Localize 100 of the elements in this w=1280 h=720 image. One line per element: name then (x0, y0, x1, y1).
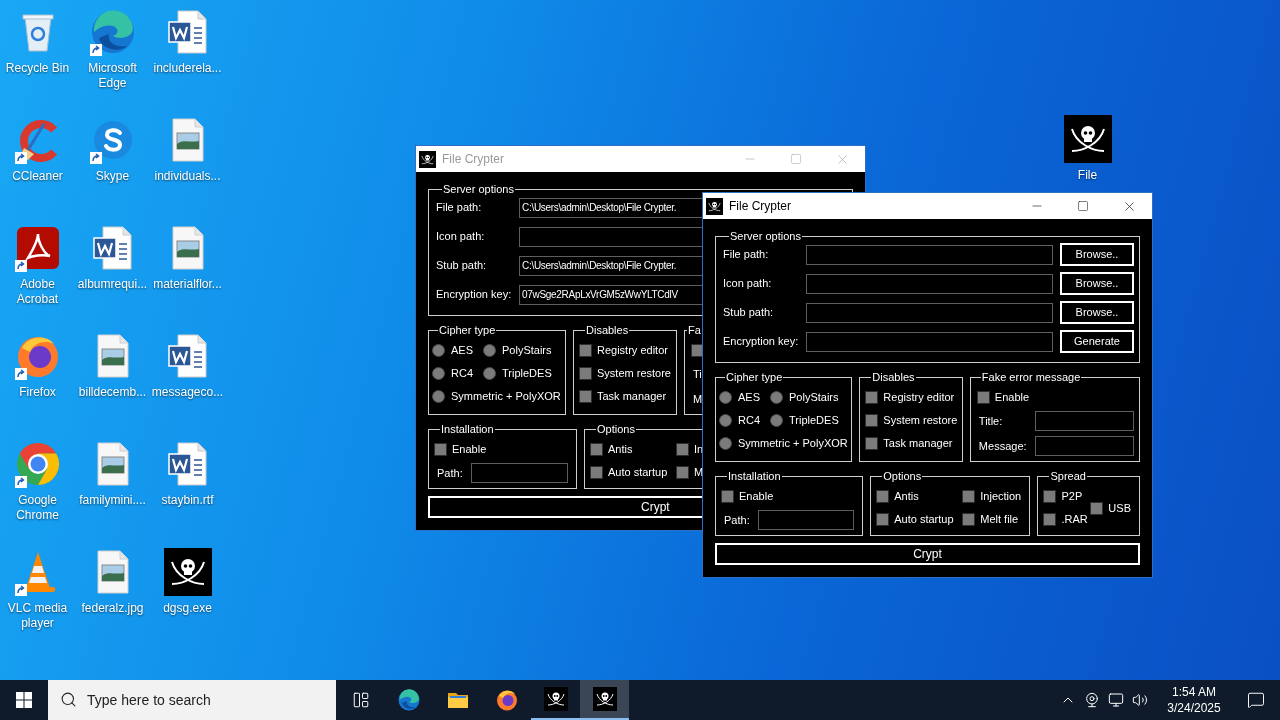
checkbox[interactable] (876, 513, 890, 526)
group-label: Installation (727, 469, 782, 483)
taskbar-app-button[interactable] (580, 680, 629, 720)
browser-icon (396, 688, 421, 712)
group-label: Server options (442, 182, 515, 196)
radio-button[interactable] (432, 344, 445, 357)
checkbox[interactable] (962, 513, 976, 526)
radio-button[interactable] (770, 414, 783, 427)
text-field[interactable]: C:\Users\admin\Desktop\File Crypter. (519, 255, 702, 276)
checkbox[interactable] (676, 466, 689, 479)
clock-date[interactable]: 3/24/2025 (1167, 700, 1221, 716)
text-field[interactable]: C:\Users\admin\Desktop\File Crypter. (519, 197, 702, 218)
field-label: Message: (978, 438, 1028, 454)
icon-label: Microsoft Edge (87, 61, 138, 91)
text-field[interactable] (757, 510, 855, 530)
icon-label: Recycle Bin (4, 61, 71, 76)
checkbox[interactable] (865, 414, 879, 427)
text-field[interactable] (806, 302, 1053, 323)
text-field[interactable] (806, 273, 1053, 294)
checkbox[interactable] (721, 490, 734, 503)
checkbox[interactable] (676, 443, 689, 456)
skull-icon[interactable] (163, 548, 212, 596)
group-label: Spread (1049, 469, 1087, 483)
group-label: Cipher type (725, 370, 784, 384)
clock-time[interactable]: 1:54 AM (1172, 684, 1216, 700)
icon-label: federalz.jpg (80, 601, 145, 616)
text-field[interactable]: 07wSge2RApLxVrGM5zWwYLTCdlV (519, 284, 702, 305)
checkbox[interactable] (590, 443, 603, 456)
checkbox[interactable] (1043, 513, 1057, 526)
checkbox-label: Registry editor (597, 343, 668, 359)
skull-icon (706, 197, 723, 215)
checkbox[interactable] (865, 437, 879, 450)
checkbox[interactable] (1043, 490, 1057, 503)
radio-button[interactable] (432, 390, 445, 403)
checkbox-label: In (694, 442, 704, 458)
checkbox[interactable] (962, 490, 976, 503)
volume-icon[interactable] (1132, 692, 1148, 708)
checkbox-label: Antis (894, 489, 919, 505)
text-field[interactable] (806, 331, 1053, 352)
action-button[interactable]: Browse.. (1060, 301, 1134, 324)
network-icon[interactable] (1108, 692, 1124, 708)
field-label: Path: (724, 512, 751, 528)
action-button[interactable]: Browse.. (1060, 272, 1134, 295)
icon-label: includerela... (152, 61, 223, 76)
window-title: File Crypter (442, 151, 504, 168)
task-view-icon (352, 691, 370, 709)
checkbox-label: Task manager (597, 389, 667, 405)
crypt-button[interactable]: Crypt (715, 543, 1140, 565)
radio-button[interactable] (432, 367, 445, 380)
checkbox-label: Task manager (883, 436, 953, 452)
search-field[interactable]: Type here to search (48, 680, 336, 720)
text-field[interactable] (519, 226, 702, 247)
checkbox[interactable] (434, 443, 447, 456)
checkbox-label: Auto startup (894, 512, 954, 528)
radio-button[interactable] (719, 391, 732, 404)
icon-label: billdecemb... (77, 385, 148, 400)
field-label: File path: (436, 200, 483, 216)
checkbox-label: Registry editor (883, 390, 955, 406)
text-field[interactable] (1034, 411, 1134, 431)
radio-label: Symmetric + PolyXOR (738, 436, 848, 452)
text-field[interactable] (806, 244, 1053, 265)
checkbox[interactable] (1090, 501, 1104, 515)
checkbox[interactable] (579, 367, 592, 380)
text-field[interactable] (470, 463, 568, 483)
crypt-button[interactable]: Crypt (428, 496, 702, 518)
group-label: Fa (687, 323, 702, 337)
checkbox[interactable] (579, 390, 592, 403)
field-label: File path: (723, 247, 770, 263)
radio-button[interactable] (483, 367, 496, 380)
radio-button[interactable] (483, 344, 496, 357)
checkbox-label: P2P (1061, 489, 1083, 505)
field-label: Ti (693, 366, 702, 382)
checkbox-label: Antis (608, 442, 633, 458)
skull-icon[interactable] (1063, 115, 1112, 163)
icon-label: dgsg.exe (162, 601, 213, 616)
radio-button[interactable] (719, 414, 732, 427)
icon-label: materialflor... (152, 277, 223, 292)
maximize-icon (790, 153, 802, 165)
checkbox[interactable] (876, 490, 890, 503)
skull-icon (543, 687, 568, 711)
icon-label: VLC media player (6, 601, 69, 631)
windows-icon (16, 692, 32, 708)
radio-label: RC4 (738, 413, 760, 429)
radio-button[interactable] (770, 391, 783, 404)
icon-label: albumrequi... (76, 277, 149, 292)
webcam-icon[interactable] (1084, 692, 1100, 708)
radio-label: AES (451, 343, 473, 359)
radio-label: Symmetric + PolyXOR (451, 389, 561, 405)
action-button[interactable]: Browse.. (1060, 243, 1134, 266)
action-button[interactable]: Generate (1060, 330, 1134, 353)
checkbox-label: USB (1108, 500, 1131, 516)
field-label: Stub path: (723, 305, 775, 321)
checkbox[interactable] (579, 344, 592, 357)
text-field[interactable] (1034, 436, 1134, 456)
checkbox[interactable] (865, 391, 879, 404)
radio-button[interactable] (719, 437, 732, 450)
checkbox[interactable] (590, 466, 603, 479)
checkbox[interactable] (976, 391, 990, 404)
group-label: Options (882, 469, 923, 483)
field-label: M (693, 391, 703, 407)
